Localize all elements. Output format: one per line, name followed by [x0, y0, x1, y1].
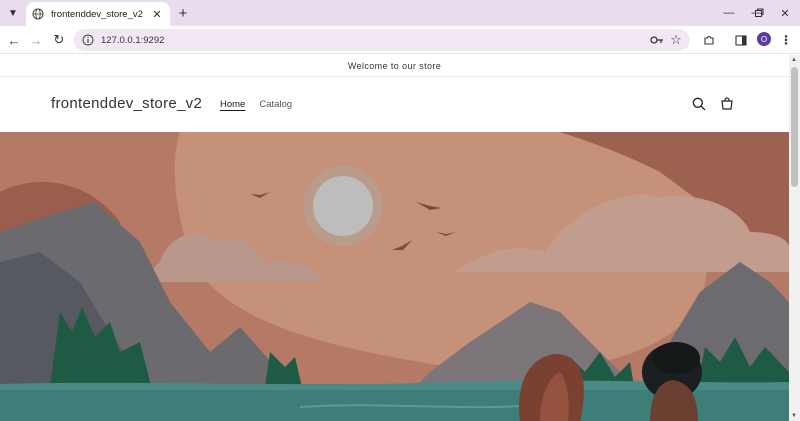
- restore-icon-glyph[interactable]: [744, 0, 774, 26]
- password-key-icon[interactable]: [648, 30, 666, 50]
- browser-tab-bar: ▼ frontenddev_store_v2 ✕ + — ✕: [0, 0, 800, 26]
- url-text: 127.0.0.1:9292: [101, 34, 165, 46]
- browser-toolbar: ← → ↻ 127.0.0.1:9292 ☆ ⋮: [0, 26, 800, 54]
- cart-icon[interactable]: [718, 95, 736, 113]
- tab-search-icon[interactable]: ▼: [4, 4, 22, 22]
- window-close-icon[interactable]: ✕: [770, 0, 800, 26]
- sidebar-icon[interactable]: [732, 30, 750, 50]
- store-logo[interactable]: frontenddev_store_v2: [51, 95, 202, 112]
- forward-icon[interactable]: →: [26, 30, 46, 50]
- site-info-icon[interactable]: [82, 34, 94, 46]
- address-bar[interactable]: 127.0.0.1:9292: [74, 29, 690, 51]
- hero-image: [0, 132, 789, 421]
- close-icon[interactable]: ✕: [150, 7, 164, 21]
- back-icon[interactable]: ←: [4, 30, 24, 50]
- scroll-up-icon[interactable]: ▲: [791, 57, 797, 63]
- nav-home[interactable]: Home: [220, 99, 245, 110]
- scroll-down-icon[interactable]: ▼: [791, 413, 797, 419]
- announcement-bar: Welcome to our store: [0, 55, 789, 77]
- bookmark-star-icon[interactable]: ☆: [667, 30, 685, 50]
- search-icon[interactable]: [690, 95, 708, 113]
- extensions-icon[interactable]: [700, 30, 718, 50]
- browser-tab[interactable]: frontenddev_store_v2 ✕: [26, 2, 170, 26]
- store-nav: Home Catalog: [220, 99, 292, 110]
- page-scrollbar[interactable]: ▲ ▼: [789, 55, 800, 421]
- menu-dots-icon[interactable]: ⋮: [777, 30, 795, 50]
- nav-catalog[interactable]: Catalog: [259, 99, 292, 110]
- scrollbar-thumb[interactable]: [791, 67, 798, 187]
- globe-icon: [32, 8, 44, 20]
- store-header: frontenddev_store_v2 Home Catalog: [0, 78, 789, 131]
- tab-title: frontenddev_store_v2: [51, 8, 143, 20]
- minimize-icon-glyph[interactable]: —: [714, 0, 744, 26]
- profile-avatar[interactable]: O: [757, 32, 771, 46]
- web-page: Welcome to our store frontenddev_store_v…: [0, 55, 789, 421]
- reload-icon[interactable]: ↻: [49, 30, 69, 50]
- new-tab-icon[interactable]: +: [174, 4, 192, 22]
